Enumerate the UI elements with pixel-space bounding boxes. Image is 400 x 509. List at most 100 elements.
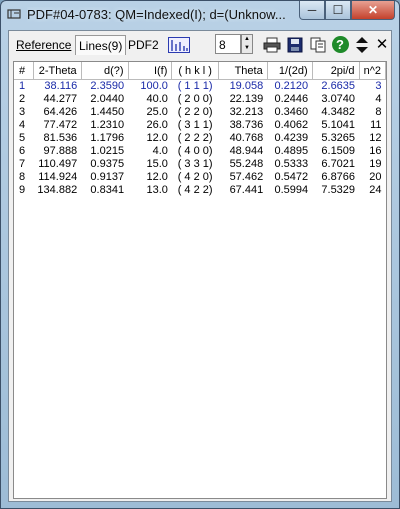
n-squared-cell: 16 [369, 145, 382, 157]
two-theta-cell: 110.497 [38, 158, 78, 170]
sort-icon [356, 37, 368, 53]
inv-2d-cell: 0.2446 [274, 93, 309, 105]
tab-label: Lines(9) [79, 39, 123, 53]
col-2theta-header[interactable]: 2-Theta [33, 62, 82, 80]
col-hkl-header[interactable]: ( h k l ) [171, 62, 219, 80]
col-n2-header[interactable]: n^2 [359, 62, 387, 80]
table-row[interactable]: 5 81.536 1.1796 12.0 ( 2 2 2) 40.768 0.4239 5.3… [14, 132, 386, 145]
tab-lines[interactable]: Lines(9) [75, 35, 127, 55]
n-squared-cell: 12 [369, 132, 382, 144]
help-icon: ? [331, 36, 349, 53]
two-theta-cell: 44.277 [43, 93, 78, 105]
hkl-cell: ( 2 2 2) [177, 132, 213, 144]
two-pi-over-d-cell: 2.6635 [321, 80, 356, 92]
table-row[interactable]: 1 38.116 2.3590 100.0 ( 1 1 1) 19.058 0.2120 2.… [14, 80, 386, 94]
stepper-down-icon[interactable]: ▼ [242, 44, 252, 53]
n-squared-cell: 11 [370, 119, 382, 131]
save-icon [287, 37, 303, 53]
close-panel-button[interactable]: ✕ [371, 34, 393, 56]
row-index: 1 [19, 80, 26, 92]
intensity-cell: 25.0 [146, 106, 168, 118]
hkl-cell: ( 3 1 1) [177, 119, 213, 131]
table-row[interactable]: 7 110.497 0.9375 15.0 ( 3 3 1) 55.248 0.5333 6.… [14, 158, 386, 171]
two-pi-over-d-cell: 6.1509 [321, 145, 356, 157]
print-button[interactable] [261, 34, 283, 56]
two-pi-over-d-cell: 6.8766 [321, 171, 356, 183]
lines-count-input[interactable]: 8 [215, 34, 241, 54]
inv-2d-cell: 0.4239 [274, 132, 309, 144]
intensity-cell: 40.0 [146, 93, 168, 105]
save-button[interactable] [284, 34, 306, 56]
stepper-up-icon[interactable]: ▲ [242, 35, 252, 44]
maximize-button[interactable]: ☐ [325, 1, 351, 20]
table-row[interactable]: 9 134.882 0.8341 13.0 ( 4 2 2) 67.441 0.5994 7.… [14, 184, 386, 197]
inv-2d-cell: 0.5994 [274, 184, 309, 196]
line-plot-icon [168, 37, 190, 53]
sort-button[interactable] [351, 34, 373, 56]
col-d-header[interactable]: d(?) [81, 62, 129, 80]
table-row[interactable]: 2 44.277 2.0440 40.0 ( 2 0 0) 22.139 0.2446 3.0… [14, 93, 386, 106]
tab-label: PDF2 [128, 38, 159, 52]
inv-2d-cell: 0.4062 [274, 119, 309, 131]
d-spacing-cell: 2.0440 [90, 93, 125, 105]
two-pi-over-d-cell: 7.5329 [321, 184, 356, 196]
n-squared-cell: 3 [375, 80, 382, 92]
minimize-button[interactable]: ─ [299, 1, 325, 20]
copy-button[interactable] [307, 34, 329, 56]
table-row[interactable]: 4 77.472 1.2310 26.0 ( 3 1 1) 38.736 0.4062 5.1… [14, 119, 386, 132]
client-area: Reference Lines(9) PDF2 8 ▲ ▼ ? ✕ # 2-Th… [8, 30, 392, 502]
theta-cell: 55.248 [229, 158, 264, 170]
inv-2d-cell: 0.5333 [274, 158, 309, 170]
theta-cell: 67.441 [229, 184, 264, 196]
row-index: 3 [19, 106, 26, 118]
printer-icon [263, 37, 281, 53]
close-window-button[interactable]: ✕ [351, 1, 395, 20]
row-index: 8 [19, 171, 26, 183]
two-theta-cell: 134.882 [37, 184, 78, 196]
help-button[interactable]: ? [329, 34, 351, 56]
intensity-cell: 26.0 [146, 119, 168, 131]
col-index-header[interactable]: # [14, 62, 34, 80]
tab-pdf2[interactable]: PDF2 [125, 35, 162, 55]
theta-cell: 38.736 [229, 119, 264, 131]
table-row[interactable]: 6 97.888 1.0215 4.0 ( 4 0 0) 48.944 0.4895 6.15… [14, 145, 386, 158]
two-theta-cell: 81.536 [43, 132, 78, 144]
d-spacing-cell: 1.2310 [90, 119, 125, 131]
table-row[interactable]: 3 64.426 1.4450 25.0 ( 2 2 0) 32.213 0.3460 4.3… [14, 106, 386, 119]
pdf-card-window: PDF#04-0783: QM=Indexed(I); d=(Unknow...… [0, 0, 400, 509]
col-theta-header[interactable]: Theta [218, 62, 268, 80]
intensity-cell: 13.0 [146, 184, 168, 196]
line-plot-button[interactable] [166, 34, 192, 56]
col-inv2d-header[interactable]: 1/(2d) [267, 62, 313, 80]
n-squared-cell: 19 [369, 158, 382, 170]
intensity-cell: 12.0 [146, 171, 168, 183]
lines-count-stepper[interactable]: ▲ ▼ [241, 34, 253, 54]
table-row[interactable]: 8 114.924 0.9137 12.0 ( 4 2 0) 57.462 0.5472 6.… [14, 171, 386, 184]
lines-table[interactable]: # 2-Theta d(?) I(f) ( h k l ) Theta 1/(2… [13, 61, 387, 499]
n-squared-cell: 20 [369, 171, 382, 183]
two-theta-cell: 64.426 [43, 106, 78, 118]
lines-grid: # 2-Theta d(?) I(f) ( h k l ) Theta 1/(2… [14, 62, 387, 197]
col-intensity-header[interactable]: I(f) [128, 62, 173, 80]
row-index: 6 [19, 145, 26, 157]
inv-2d-cell: 0.5472 [274, 171, 309, 183]
n-squared-cell: 4 [375, 93, 382, 105]
app-icon [7, 8, 21, 20]
tab-reference[interactable]: Reference [13, 35, 74, 55]
n-squared-cell: 24 [369, 184, 382, 196]
intensity-cell: 100.0 [140, 80, 168, 92]
table-header-row: # 2-Theta d(?) I(f) ( h k l ) Theta 1/(2… [14, 62, 387, 80]
two-pi-over-d-cell: 4.3482 [321, 106, 356, 118]
theta-cell: 19.058 [229, 80, 264, 92]
theta-cell: 32.213 [229, 106, 264, 118]
two-pi-over-d-cell: 6.7021 [321, 158, 356, 170]
col-2pid-header[interactable]: 2pi/d [312, 62, 360, 80]
window-title: PDF#04-0783: QM=Indexed(I); d=(Unknow... [27, 7, 286, 22]
row-index: 4 [19, 119, 26, 131]
row-index: 7 [19, 158, 26, 170]
theta-cell: 22.139 [229, 93, 264, 105]
theta-cell: 40.768 [229, 132, 264, 144]
title-bar[interactable]: PDF#04-0783: QM=Indexed(I); d=(Unknow...… [1, 1, 399, 29]
hkl-cell: ( 2 2 0) [177, 106, 213, 118]
d-spacing-cell: 1.4450 [90, 106, 125, 118]
